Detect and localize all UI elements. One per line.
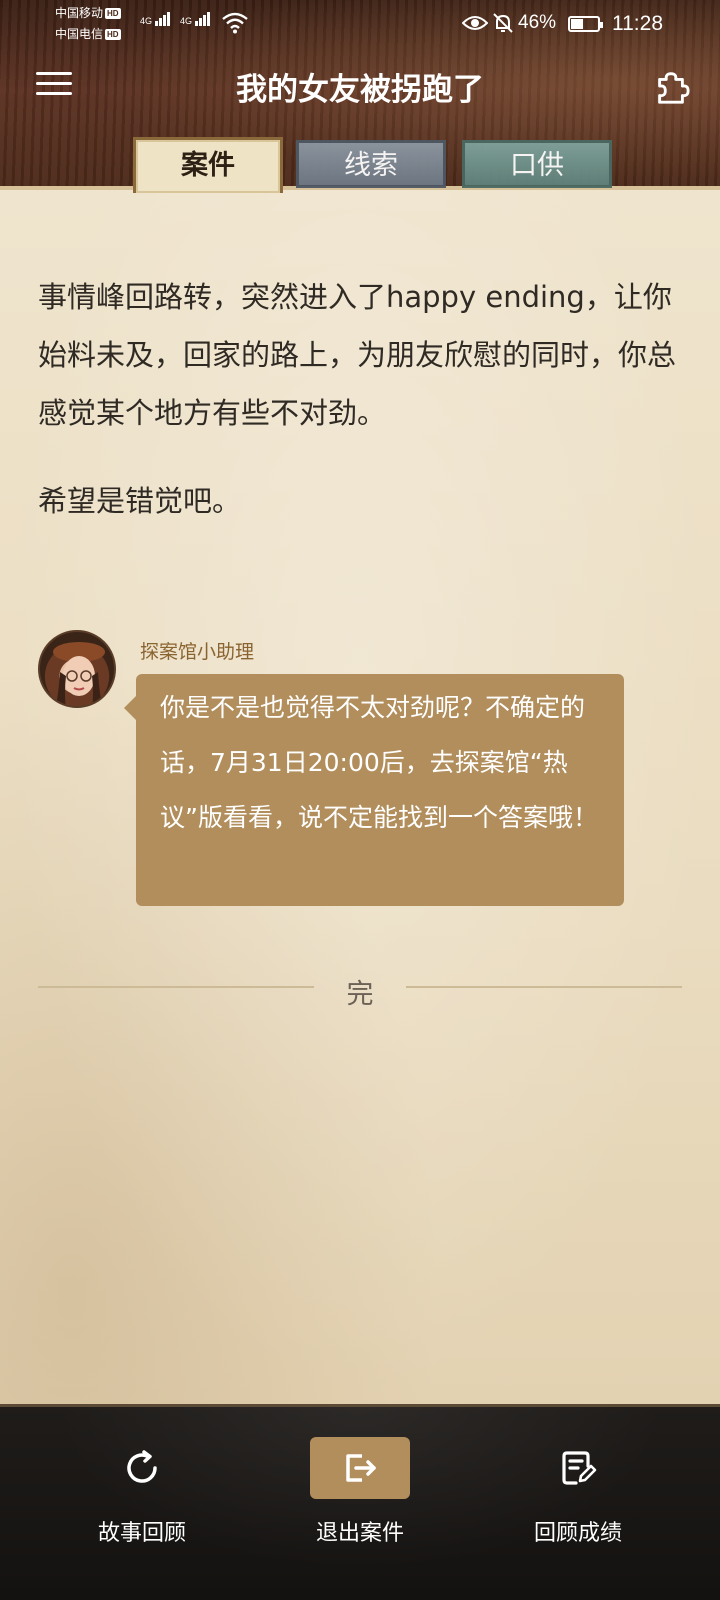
tab-case[interactable]: 案件 bbox=[133, 137, 283, 193]
edit-document-icon bbox=[562, 1451, 597, 1485]
signal-1-icon: 4G bbox=[140, 12, 171, 26]
mute-bell-icon bbox=[493, 13, 513, 33]
score-review-button[interactable]: 回顾成绩 bbox=[498, 1437, 658, 1547]
battery-percent: 46% bbox=[518, 12, 557, 33]
bottom-action-bar: 故事回顾 退出案件 回顾成绩 bbox=[0, 1404, 720, 1600]
story-paragraph: 事情峰回路转，突然进入了happy ending，让你始料未及，回家的路上，为朋… bbox=[38, 280, 677, 430]
story-text: 事情峰回路转，突然进入了happy ending，让你始料未及，回家的路上，为朋… bbox=[38, 268, 678, 560]
carrier-2: 中国电信 HD bbox=[55, 27, 121, 41]
refresh-icon bbox=[127, 1450, 157, 1483]
exit-icon bbox=[346, 1454, 376, 1482]
story-review-label: 故事回顾 bbox=[97, 1521, 186, 1546]
page-title: 我的女友被拐跑了 bbox=[236, 72, 484, 108]
app-header: 我的女友被拐跑了 bbox=[0, 50, 720, 120]
wifi-icon bbox=[222, 12, 248, 34]
end-divider: 完 bbox=[38, 972, 682, 1012]
exit-case-button[interactable]: 退出案件 bbox=[280, 1437, 440, 1547]
carrier-1: 中国移动 HD bbox=[55, 6, 121, 20]
assistant-message-bubble: 你是不是也觉得不太对劲呢？不确定的话，7月31日20:00后，去探案馆“热议”版… bbox=[124, 674, 624, 906]
tab-clues[interactable]: 线索 bbox=[296, 140, 446, 188]
divider-line bbox=[406, 986, 682, 988]
hd-badge: HD bbox=[105, 8, 121, 19]
story-review-button[interactable]: 故事回顾 bbox=[62, 1437, 222, 1547]
puzzle-icon[interactable] bbox=[652, 68, 690, 106]
story-paragraph: 希望是错觉吧。 bbox=[38, 484, 242, 518]
assistant-name: 探案馆小助理 bbox=[140, 641, 255, 663]
clock: 11:28 bbox=[612, 12, 663, 35]
tab-testimony[interactable]: 口供 bbox=[462, 140, 612, 188]
score-review-label: 回顾成绩 bbox=[533, 1521, 622, 1546]
hd-badge: HD bbox=[105, 29, 121, 40]
eye-icon bbox=[462, 16, 488, 30]
signal-2-icon: 4G bbox=[180, 12, 211, 26]
assistant-avatar bbox=[38, 630, 116, 708]
battery-icon bbox=[568, 16, 603, 32]
exit-case-label: 退出案件 bbox=[315, 1521, 404, 1546]
status-bar: 中国移动 HD 中国电信 HD 4G 4G 46% 11:28 bbox=[0, 0, 720, 48]
end-marker: 完 bbox=[346, 979, 374, 1010]
